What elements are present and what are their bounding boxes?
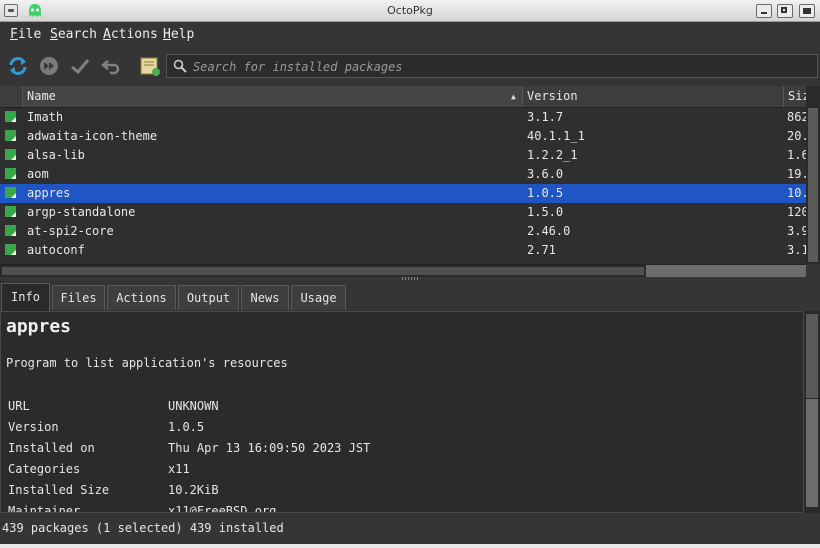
field-label: Categories [8, 462, 81, 476]
package-size: 10. [787, 186, 806, 200]
scrollbar-thumb[interactable] [806, 314, 818, 398]
package-name: argp-standalone [27, 205, 136, 219]
installed-package-icon [5, 149, 16, 160]
package-version: 2.71 [527, 243, 556, 257]
tab-actions[interactable]: Actions [107, 285, 176, 310]
minimize-button[interactable] [756, 4, 772, 18]
status-bar: 439 packages (1 selected) 439 installed [2, 521, 284, 535]
package-size: 3.9 [787, 224, 806, 238]
package-name: at-spi2-core [27, 224, 114, 238]
splitter-handle[interactable] [402, 277, 420, 280]
scrollbar-thumb[interactable] [2, 267, 644, 275]
tab-news[interactable]: News [241, 285, 289, 310]
package-size: 20. [787, 129, 806, 143]
tab-files[interactable]: Files [52, 285, 105, 310]
menu-bar: File Search Actions Help [0, 22, 820, 48]
table-row[interactable]: adwaita-icon-theme 40.1.1_1 20. [0, 127, 806, 146]
field-value: x11@FreeBSD.org [168, 504, 277, 513]
package-size: 120 [787, 205, 806, 219]
column-header-name[interactable]: Name [22, 86, 522, 107]
table-vertical-scrollbar[interactable] [806, 86, 820, 264]
table-row[interactable]: at-spi2-core 2.46.0 3.9 [0, 222, 806, 241]
field-value: Thu Apr 13 16:09:50 2023 JST [168, 441, 371, 455]
field-label: Version [8, 420, 59, 434]
package-version: 3.6.0 [527, 167, 564, 181]
installed-package-icon [5, 206, 16, 217]
package-name: appres [27, 186, 71, 200]
title-bar[interactable]: OctoPkg [0, 0, 820, 22]
tab-usage[interactable]: Usage [291, 285, 346, 310]
package-version: 1.0.5 [527, 186, 564, 200]
package-name: adwaita-icon-theme [27, 129, 158, 143]
installed-package-icon [5, 111, 16, 122]
menu-file[interactable]: File [10, 27, 41, 42]
field-value: 10.2KiB [168, 483, 219, 497]
info-vertical-scrollbar[interactable] [804, 311, 820, 513]
table-horizontal-scrollbar[interactable] [0, 264, 806, 277]
maximize-button[interactable] [777, 4, 793, 18]
package-name: aom [27, 167, 49, 181]
package-table[interactable]: Name Version Siz Imath 3.1.7 862 adwaita… [0, 86, 806, 264]
scrollbar-thumb[interactable] [808, 108, 818, 262]
table-row[interactable]: Imath 3.1.7 862 [0, 108, 806, 127]
scrollbar-track[interactable] [806, 399, 818, 507]
field-value: 1.0.5 [168, 420, 205, 434]
tab-info[interactable]: Info [1, 283, 50, 311]
package-version: 3.1.7 [527, 110, 564, 124]
field-label: URL [8, 399, 30, 413]
menu-help[interactable]: Help [163, 27, 194, 42]
search-input[interactable] [191, 58, 795, 76]
sort-ascending-icon: ▲ [511, 92, 516, 101]
package-name: autoconf [27, 243, 85, 257]
menu-actions[interactable]: Actions [103, 27, 158, 42]
column-header-size[interactable]: Siz [783, 86, 806, 107]
installed-package-icon [5, 168, 16, 179]
info-panel[interactable]: appres Program to list application's res… [0, 311, 804, 513]
package-version: 1.2.2_1 [527, 148, 578, 162]
package-version: 2.46.0 [527, 224, 571, 238]
installed-package-icon [5, 225, 16, 236]
table-row[interactable]: aom 3.6.0 19. [0, 165, 806, 184]
fast-forward-icon[interactable] [38, 55, 60, 77]
field-label: Installed on [8, 441, 95, 455]
package-name: Imath [27, 110, 64, 124]
package-name: alsa-lib [27, 148, 85, 162]
package-size: 3.1 [787, 243, 806, 257]
window-title: OctoPkg [387, 4, 433, 17]
field-label: Maintainer [8, 504, 81, 513]
package-notes-icon[interactable] [139, 55, 161, 77]
window-bottom-edge [0, 544, 820, 548]
package-version: 1.5.0 [527, 205, 564, 219]
tab-output[interactable]: Output [178, 285, 239, 310]
package-version: 40.1.1_1 [527, 129, 585, 143]
search-box[interactable] [166, 54, 818, 78]
scrollbar-track[interactable] [646, 265, 806, 277]
table-header: Name Version Siz [0, 86, 806, 108]
package-description: Program to list application's resources [6, 356, 288, 370]
table-row-selected[interactable]: appres 1.0.5 10. [0, 184, 806, 203]
detail-tabs: Info Files Actions Output News Usage [0, 283, 820, 311]
close-button[interactable] [799, 4, 815, 18]
table-row[interactable]: autoconf 2.71 3.1 [0, 241, 806, 260]
undo-icon[interactable] [100, 55, 122, 77]
search-icon [173, 59, 187, 73]
check-icon[interactable] [69, 55, 91, 77]
package-size: 1.6 [787, 148, 806, 162]
installed-package-icon [5, 244, 16, 255]
table-row[interactable]: alsa-lib 1.2.2_1 1.6 [0, 146, 806, 165]
installed-package-icon [5, 187, 16, 198]
package-size: 862 [787, 110, 806, 124]
field-value: x11 [168, 462, 190, 476]
table-row[interactable]: argp-standalone 1.5.0 120 [0, 203, 806, 222]
sync-icon[interactable] [7, 55, 29, 77]
menu-search[interactable]: Search [50, 27, 97, 42]
package-size: 19. [787, 167, 806, 181]
column-header-version[interactable]: Version [522, 86, 783, 107]
installed-package-icon [5, 130, 16, 141]
package-title: appres [6, 316, 72, 337]
field-value: UNKNOWN [168, 399, 219, 413]
field-label: Installed Size [8, 483, 110, 497]
